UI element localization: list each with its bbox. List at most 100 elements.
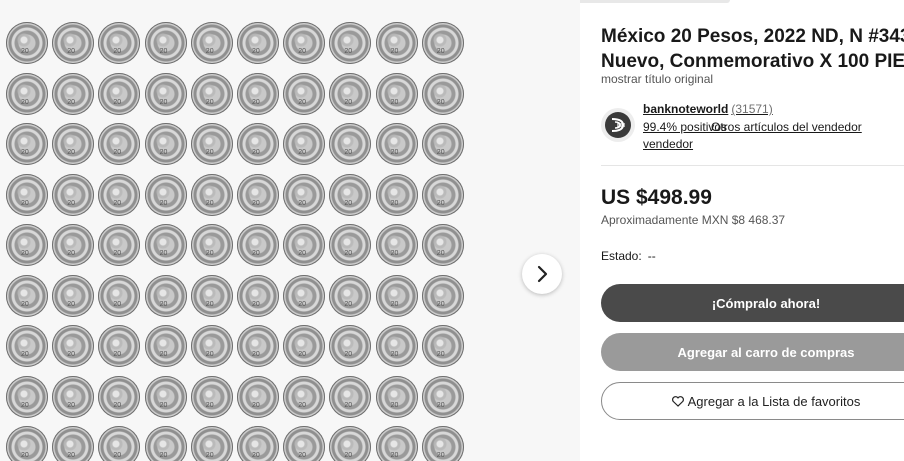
add-to-cart-button[interactable]: Agregar al carro de compras xyxy=(601,333,904,371)
coin-denomination: 20 xyxy=(436,48,445,55)
coin-denomination: 20 xyxy=(344,452,353,459)
seller-name-link[interactable]: banknoteworld (31571) xyxy=(643,102,773,116)
coin-image: 20 xyxy=(329,426,372,461)
coin-denomination: 20 xyxy=(252,149,260,156)
coin-image: 20 xyxy=(421,426,464,461)
coin-denomination: 20 xyxy=(113,452,122,459)
coin-image: 20 xyxy=(329,375,372,418)
coin-image: 20 xyxy=(421,123,464,165)
coin-image: 20 xyxy=(190,123,233,165)
coin-image: 20 xyxy=(98,22,141,64)
coin-denomination: 20 xyxy=(252,199,260,207)
coin-denomination: 20 xyxy=(21,98,29,106)
coin-image: 20 xyxy=(283,274,326,317)
coin-image: 20 xyxy=(144,173,187,216)
coin-image: 20 xyxy=(144,72,187,115)
buy-now-button[interactable]: ¡Cómpralo ahora! xyxy=(601,284,904,322)
coin-image: 20 xyxy=(283,375,326,418)
coin-denomination: 20 xyxy=(205,250,214,257)
coin-denomination: 20 xyxy=(205,300,214,308)
coin-image: 20 xyxy=(375,274,418,317)
coin-image: 20 xyxy=(329,72,372,115)
coin-image: 20 xyxy=(52,274,95,317)
coin-image: 20 xyxy=(6,426,48,461)
coin-denomination: 20 xyxy=(159,149,168,156)
coin-denomination: 20 xyxy=(113,401,122,409)
coin-denomination: 20 xyxy=(113,250,122,257)
coin-image: 20 xyxy=(6,123,48,165)
add-to-cart-label: Agregar al carro de compras xyxy=(677,344,855,360)
coin-denomination: 20 xyxy=(21,452,29,459)
coin-denomination: 20 xyxy=(113,98,122,106)
contact-seller-link[interactable]: vendedor xyxy=(643,137,693,151)
coin-denomination: 20 xyxy=(436,149,445,156)
seller-feedback-count: (31571) xyxy=(731,102,773,116)
condition-value: -- xyxy=(647,249,656,263)
coin-denomination: 20 xyxy=(67,401,75,409)
coin-image: 20 xyxy=(190,22,233,64)
coin-image: 20 xyxy=(98,123,141,165)
coin-image: 20 xyxy=(52,123,95,165)
coin-image: 20 xyxy=(237,224,279,266)
coin-image: 20 xyxy=(190,325,233,367)
coin-denomination: 20 xyxy=(159,452,168,459)
coin-denomination: 20 xyxy=(390,149,399,156)
next-image-button[interactable] xyxy=(522,254,562,294)
coin-image: 20 xyxy=(283,224,326,266)
coin-image: 20 xyxy=(52,72,95,115)
heart-icon xyxy=(671,395,684,407)
coin-denomination: 20 xyxy=(252,452,260,459)
coin-image: 20 xyxy=(237,72,279,115)
coin-image: 20 xyxy=(6,72,48,115)
image-gallery[interactable]: 20 20 20 20 20 20 20 20 20 20 20 20 20 20 20 20 20 20 20 20… xyxy=(0,0,580,461)
coin-denomination: 20 xyxy=(344,98,353,106)
coin-image: 20 xyxy=(375,72,418,115)
coin-denomination: 20 xyxy=(205,401,214,409)
coin-image: 20 xyxy=(329,224,372,266)
coin-denomination: 20 xyxy=(436,351,445,358)
coin-image: 20 xyxy=(375,426,418,461)
listing-details: México 20 Pesos, 2022 ND, N #343 Nuevo, … xyxy=(601,0,904,461)
coin-denomination: 20 xyxy=(298,98,306,106)
coin-image: 20 xyxy=(283,22,326,64)
coin-image: 20 xyxy=(144,325,187,367)
coin-denomination: 20 xyxy=(159,98,168,106)
coin-denomination: 20 xyxy=(436,250,445,257)
coin-denomination: 20 xyxy=(67,300,75,308)
seller-name[interactable]: banknoteworld xyxy=(643,102,728,116)
seller-other-items-link[interactable]: Otros artículos del vendedor xyxy=(711,120,862,134)
coin-image: 20 xyxy=(52,22,95,64)
coin-denomination: 20 xyxy=(252,48,260,55)
coin-image: 20 xyxy=(144,123,187,165)
coin-denomination: 20 xyxy=(21,250,29,257)
coin-image: 20 xyxy=(329,123,372,165)
coin-denomination: 20 xyxy=(159,401,168,409)
coin-denomination: 20 xyxy=(159,300,168,308)
coin-denomination: 20 xyxy=(344,199,353,207)
coin-denomination: 20 xyxy=(344,401,353,409)
coin-denomination: 20 xyxy=(113,149,122,156)
coin-denomination: 20 xyxy=(67,250,75,257)
coin-denomination: 20 xyxy=(390,199,399,207)
coin-denomination: 20 xyxy=(159,199,168,207)
coin-denomination: 20 xyxy=(113,351,122,358)
coin-image: 20 xyxy=(52,325,95,367)
coin-denomination: 20 xyxy=(252,300,260,308)
coin-denomination: 20 xyxy=(298,250,306,257)
coin-image: 20 xyxy=(421,72,464,115)
coin-denomination: 20 xyxy=(67,351,75,358)
coin-image: 20 xyxy=(375,123,418,165)
coin-image: 20 xyxy=(52,224,95,266)
coin-image: 20 xyxy=(329,22,372,64)
coin-image: 20 xyxy=(421,325,464,367)
coin-image: 20 xyxy=(375,22,418,64)
coin-denomination: 20 xyxy=(436,452,445,459)
coin-denomination: 20 xyxy=(298,199,306,207)
coin-image: 20 xyxy=(144,22,187,64)
seller-logo[interactable] xyxy=(601,108,635,142)
add-to-watchlist-button[interactable]: Agregar a la Lista de favoritos xyxy=(601,382,904,420)
coin-image: 20 xyxy=(144,224,187,266)
coin-image: 20 xyxy=(283,426,326,461)
show-original-title-link[interactable]: mostrar título original xyxy=(601,72,713,86)
add-to-watchlist-label: Agregar a la Lista de favoritos xyxy=(687,393,861,409)
